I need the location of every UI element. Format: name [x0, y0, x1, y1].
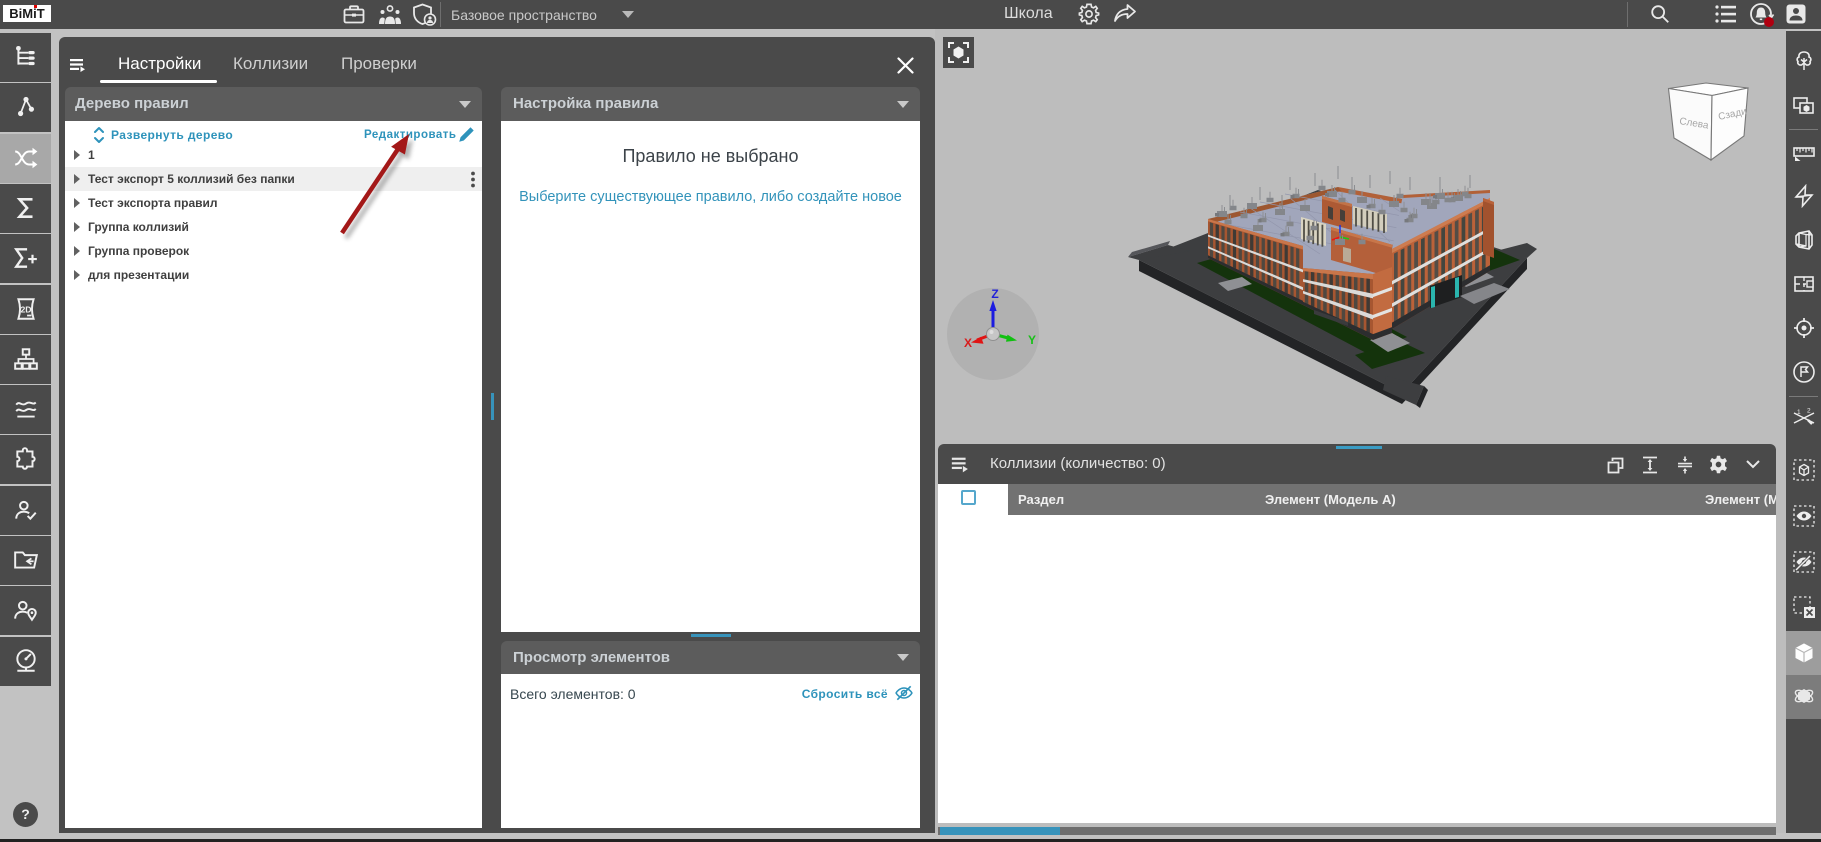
svg-text:2D: 2D [20, 304, 31, 314]
svg-text:X: X [964, 336, 972, 350]
svg-text:Y: Y [1028, 333, 1036, 347]
svg-text:Z: Z [991, 287, 998, 301]
svg-text:2: 2 [1807, 408, 1811, 415]
svg-text:1: 1 [1797, 409, 1801, 416]
